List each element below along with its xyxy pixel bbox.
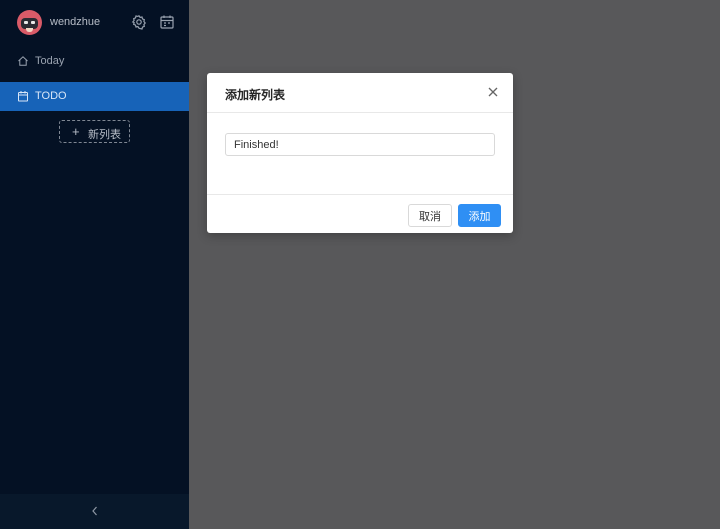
avatar-eye-left: [24, 21, 28, 24]
sidebar-header: wendzhue: [0, 0, 189, 46]
sidebar-item-today[interactable]: Today: [0, 47, 189, 76]
sidebar: wendzhue Today TODO + 新列表: [0, 0, 189, 529]
plus-icon: +: [72, 124, 80, 139]
collapse-sidebar-button[interactable]: [0, 494, 189, 529]
sidebar-item-label: TODO: [35, 90, 67, 102]
add-list-dialog: 添加新列表 取消 添加: [207, 73, 513, 233]
dialog-footer: 取消 添加: [207, 194, 513, 233]
sidebar-item-todo[interactable]: TODO: [0, 82, 189, 111]
new-list-label: 新列表: [88, 129, 121, 141]
avatar-mouth: [26, 28, 33, 32]
cancel-button[interactable]: 取消: [408, 204, 452, 227]
calendar-icon[interactable]: [159, 14, 175, 30]
calendar-icon: [17, 90, 29, 102]
close-icon[interactable]: [486, 85, 500, 99]
sidebar-item-label: Today: [35, 55, 65, 67]
username: wendzhue: [50, 16, 101, 28]
avatar[interactable]: [17, 10, 42, 35]
avatar-eye-right: [31, 21, 35, 24]
dialog-header: 添加新列表: [207, 73, 513, 113]
add-button[interactable]: 添加: [458, 204, 501, 227]
new-list-button[interactable]: + 新列表: [59, 120, 130, 143]
dialog-title: 添加新列表: [225, 88, 286, 102]
gear-icon[interactable]: [131, 14, 147, 30]
home-icon: [17, 55, 29, 67]
chevron-left-icon: [90, 504, 100, 520]
list-name-input[interactable]: [225, 133, 495, 156]
